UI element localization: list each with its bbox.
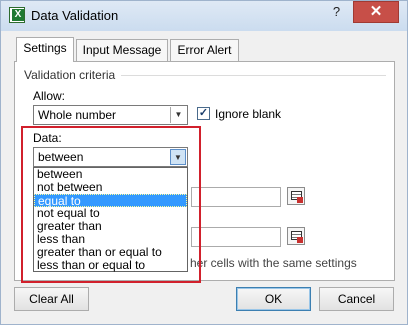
help-button[interactable]: ? — [323, 2, 350, 22]
clear-all-button[interactable]: Clear All — [14, 287, 89, 311]
minimum-input[interactable] — [191, 187, 281, 207]
chevron-down-icon[interactable]: ▼ — [170, 107, 186, 123]
ignore-blank-checkbox[interactable]: ✓ — [197, 107, 210, 120]
dropdown-option[interactable]: less than or equal to — [34, 259, 187, 272]
ignore-blank-label: Ignore blank — [215, 107, 282, 121]
tab-error-alert[interactable]: Error Alert — [170, 39, 239, 61]
chevron-down-icon[interactable]: ▼ — [170, 149, 186, 165]
allow-label: Allow: — [33, 89, 66, 103]
title-bar: X Data Validation ? ✕ — [1, 1, 407, 31]
data-dropdown-list: between not between equal to not equal t… — [33, 167, 188, 272]
data-label: Data: — [33, 131, 62, 145]
allow-value: Whole number — [38, 108, 117, 122]
dropdown-option[interactable]: not between — [34, 181, 187, 194]
ok-button[interactable]: OK — [236, 287, 311, 311]
range-picker-icon[interactable] — [287, 227, 305, 245]
data-select[interactable]: between ▼ — [33, 147, 188, 167]
validation-criteria-heading: Validation criteria — [24, 68, 116, 82]
cancel-button[interactable]: Cancel — [319, 287, 394, 311]
range-picker-icon[interactable] — [287, 187, 305, 205]
apply-to-all-label: her cells with the same settings — [190, 256, 357, 270]
maximum-input[interactable] — [191, 227, 281, 247]
tab-input-message[interactable]: Input Message — [76, 39, 168, 61]
allow-select[interactable]: Whole number ▼ — [33, 105, 188, 125]
data-validation-dialog: X Data Validation ? ✕ Settings Input Mes… — [0, 0, 408, 325]
data-value: between — [38, 150, 84, 164]
group-divider — [121, 75, 386, 76]
close-button[interactable]: ✕ — [353, 1, 399, 23]
dialog-title: Data Validation — [31, 8, 119, 23]
tab-settings[interactable]: Settings — [16, 37, 74, 62]
excel-icon: X — [9, 7, 25, 23]
